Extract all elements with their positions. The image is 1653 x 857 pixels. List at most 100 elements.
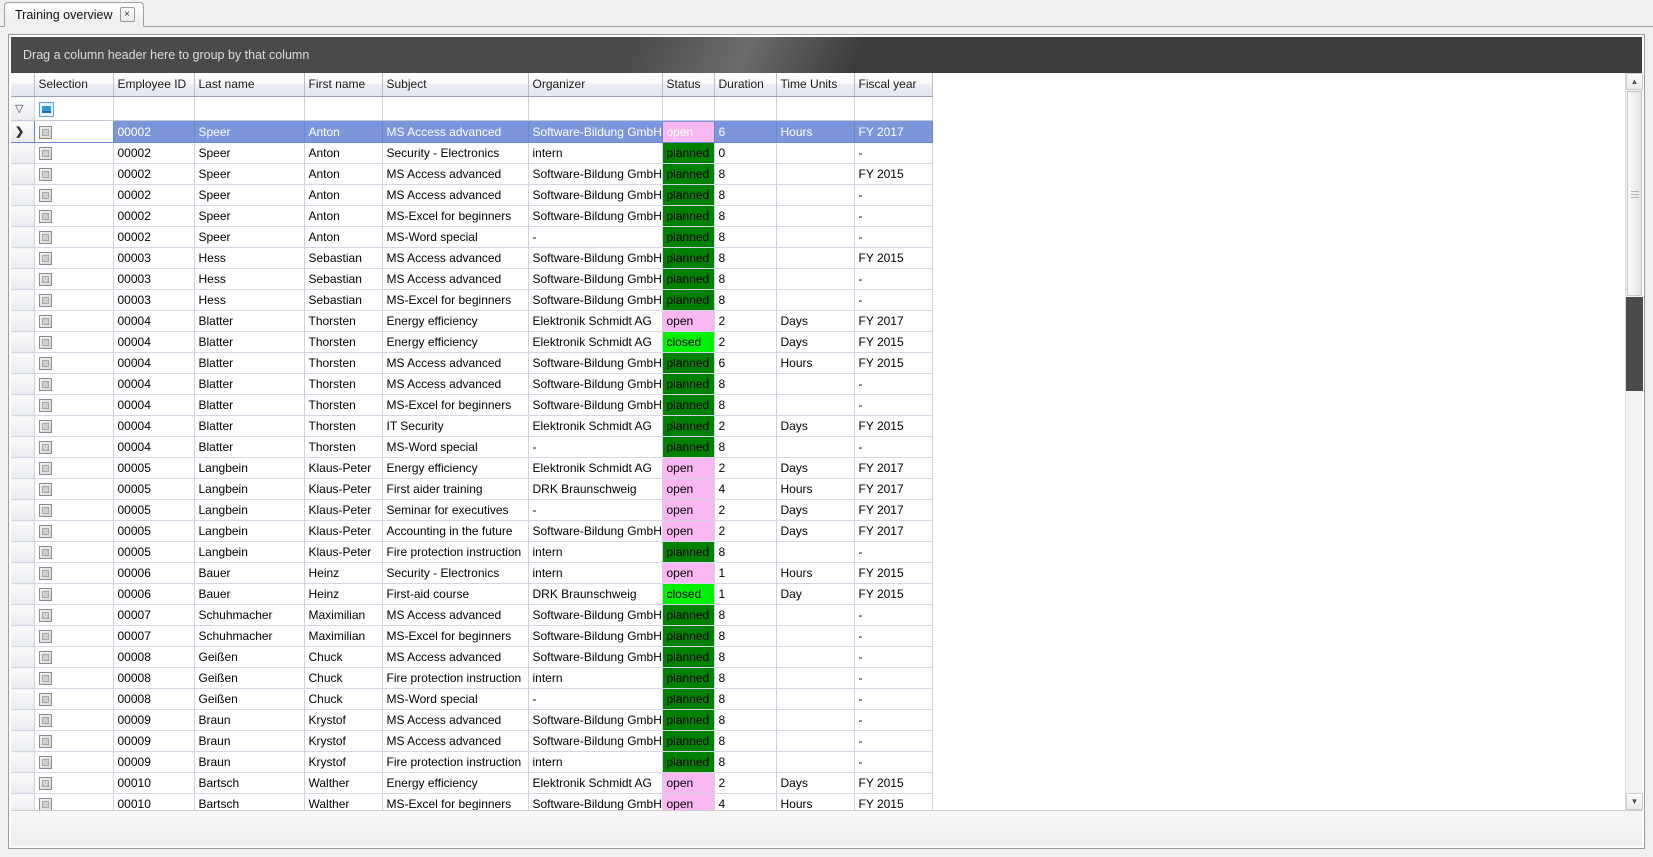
row-indicator-cell[interactable] [11, 311, 34, 332]
table-row[interactable]: 00003HessSebastianMS-Excel for beginners… [11, 290, 932, 311]
cell-subject[interactable]: MS-Excel for beginners [382, 290, 528, 311]
row-indicator-cell[interactable] [11, 584, 34, 605]
cell-status[interactable]: open [662, 500, 714, 521]
cell-subject[interactable]: MS-Excel for beginners [382, 206, 528, 227]
checkbox-indeterminate-icon[interactable] [39, 102, 54, 117]
cell-subject[interactable]: Fire protection instruction [382, 542, 528, 563]
cell-duration[interactable]: 2 [714, 332, 776, 353]
cell-fiscal-year[interactable]: - [854, 290, 932, 311]
cell-organizer[interactable]: - [528, 689, 662, 710]
cell-status[interactable]: open [662, 479, 714, 500]
cell-organizer[interactable]: Software-Bildung GmbH [528, 521, 662, 542]
cell-organizer[interactable]: Software-Bildung GmbH [528, 710, 662, 731]
cell-duration[interactable]: 8 [714, 710, 776, 731]
cell-first-name[interactable]: Klaus-Peter [304, 542, 382, 563]
cell-duration[interactable]: 6 [714, 121, 776, 143]
cell-last-name[interactable]: Schuhmacher [194, 626, 304, 647]
table-row[interactable]: 00010BartschWaltherMS-Excel for beginner… [11, 794, 932, 811]
cell-fiscal-year[interactable]: - [854, 668, 932, 689]
cell-subject[interactable]: Fire protection instruction [382, 752, 528, 773]
cell-time-units[interactable]: Hours [776, 121, 854, 143]
row-selection-checkbox[interactable] [34, 752, 113, 773]
cell-subject[interactable]: IT Security [382, 416, 528, 437]
cell-last-name[interactable]: Blatter [194, 311, 304, 332]
column-header-last-name[interactable]: Last name [194, 73, 304, 97]
cell-status[interactable]: planned [662, 395, 714, 416]
row-indicator-cell[interactable] [11, 605, 34, 626]
cell-subject[interactable]: MS-Word special [382, 227, 528, 248]
table-row[interactable]: 00006BauerHeinzFirst-aid courseDRK Braun… [11, 584, 932, 605]
checkbox-icon[interactable] [39, 672, 52, 685]
cell-organizer[interactable]: Software-Bildung GmbH [528, 374, 662, 395]
filter-input-fiscal-year[interactable] [854, 97, 932, 121]
cell-first-name[interactable]: Heinz [304, 563, 382, 584]
cell-organizer[interactable]: Software-Bildung GmbH [528, 731, 662, 752]
cell-status[interactable]: planned [662, 269, 714, 290]
cell-status[interactable]: open [662, 311, 714, 332]
cell-duration[interactable]: 2 [714, 458, 776, 479]
table-row[interactable]: 00003HessSebastianMS Access advancedSoft… [11, 269, 932, 290]
row-selection-checkbox[interactable] [34, 121, 113, 143]
row-indicator-cell[interactable] [11, 647, 34, 668]
cell-organizer[interactable]: Software-Bildung GmbH [528, 647, 662, 668]
cell-status[interactable]: planned [662, 227, 714, 248]
cell-organizer[interactable]: intern [528, 752, 662, 773]
checkbox-icon[interactable] [39, 714, 52, 727]
row-selection-checkbox[interactable] [34, 164, 113, 185]
cell-time-units[interactable]: Days [776, 458, 854, 479]
cell-time-units[interactable]: Days [776, 416, 854, 437]
checkbox-icon[interactable] [39, 294, 52, 307]
tab-training-overview[interactable]: Training overview × [4, 2, 144, 27]
cell-first-name[interactable]: Anton [304, 206, 382, 227]
table-row[interactable]: 00004BlatterThorstenEnergy efficiencyEle… [11, 332, 932, 353]
cell-status[interactable]: planned [662, 542, 714, 563]
table-row[interactable]: 00007SchuhmacherMaximilianMS Access adva… [11, 605, 932, 626]
row-selection-checkbox[interactable] [34, 416, 113, 437]
cell-subject[interactable]: Accounting in the future [382, 521, 528, 542]
cell-employee-id[interactable]: 00008 [113, 647, 194, 668]
checkbox-icon[interactable] [39, 756, 52, 769]
row-selection-checkbox[interactable] [34, 311, 113, 332]
cell-duration[interactable]: 8 [714, 269, 776, 290]
cell-employee-id[interactable]: 00009 [113, 752, 194, 773]
cell-time-units[interactable] [776, 185, 854, 206]
cell-time-units[interactable]: Hours [776, 563, 854, 584]
cell-status[interactable]: closed [662, 332, 714, 353]
cell-duration[interactable]: 4 [714, 479, 776, 500]
cell-last-name[interactable]: Blatter [194, 437, 304, 458]
cell-last-name[interactable]: Geißen [194, 668, 304, 689]
checkbox-icon[interactable] [39, 630, 52, 643]
cell-first-name[interactable]: Anton [304, 185, 382, 206]
cell-duration[interactable]: 2 [714, 521, 776, 542]
row-selection-checkbox[interactable] [34, 374, 113, 395]
cell-time-units[interactable] [776, 227, 854, 248]
cell-employee-id[interactable]: 00004 [113, 416, 194, 437]
checkbox-icon[interactable] [39, 546, 52, 559]
cell-fiscal-year[interactable]: - [854, 269, 932, 290]
checkbox-icon[interactable] [39, 357, 52, 370]
filter-input-employee-id[interactable] [113, 97, 194, 121]
filter-selection-checkbox[interactable] [34, 97, 113, 121]
filter-row[interactable]: ▽ [11, 97, 932, 121]
cell-employee-id[interactable]: 00005 [113, 458, 194, 479]
cell-duration[interactable]: 8 [714, 206, 776, 227]
cell-first-name[interactable]: Anton [304, 164, 382, 185]
cell-employee-id[interactable]: 00009 [113, 731, 194, 752]
cell-fiscal-year[interactable]: - [854, 437, 932, 458]
cell-first-name[interactable]: Thorsten [304, 416, 382, 437]
cell-first-name[interactable]: Thorsten [304, 353, 382, 374]
table-row[interactable]: 00003HessSebastianMS Access advancedSoft… [11, 248, 932, 269]
cell-employee-id[interactable]: 00010 [113, 794, 194, 811]
cell-employee-id[interactable]: 00004 [113, 437, 194, 458]
row-indicator-cell[interactable] [11, 500, 34, 521]
row-selection-checkbox[interactable] [34, 248, 113, 269]
table-row[interactable]: 00005LangbeinKlaus-PeterEnergy efficienc… [11, 458, 932, 479]
cell-subject[interactable]: MS Access advanced [382, 374, 528, 395]
cell-subject[interactable]: MS-Excel for beginners [382, 794, 528, 811]
checkbox-icon[interactable] [39, 420, 52, 433]
cell-first-name[interactable]: Chuck [304, 689, 382, 710]
checkbox-icon[interactable] [39, 525, 52, 538]
cell-time-units[interactable]: Hours [776, 794, 854, 811]
cell-subject[interactable]: MS Access advanced [382, 185, 528, 206]
cell-organizer[interactable]: - [528, 227, 662, 248]
